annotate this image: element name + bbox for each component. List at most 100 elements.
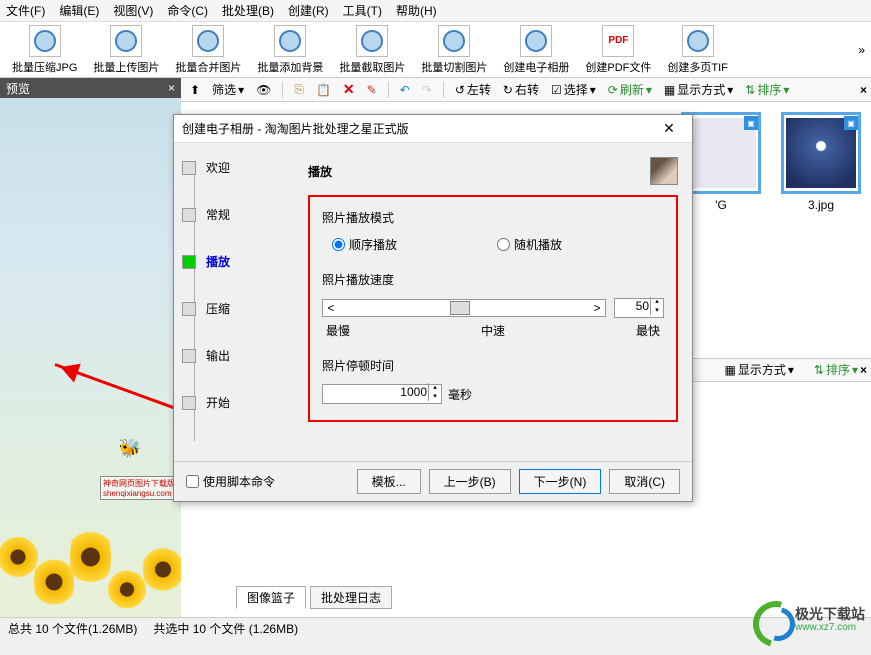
pause-time-label: 照片停顿时间	[322, 357, 664, 374]
undo-icon[interactable]: ↶	[397, 82, 413, 98]
radio-sequential[interactable]: 顺序播放	[332, 236, 397, 253]
menu-cmd[interactable]: 命令(C)	[167, 2, 208, 19]
rotate-left-button[interactable]: ↺ 左转	[452, 80, 494, 99]
pdf-icon: PDF	[602, 25, 634, 57]
upload-icon	[110, 25, 142, 57]
slider-thumb[interactable]	[450, 301, 470, 315]
display-mode-button[interactable]: ▦ 显示方式 ▾	[661, 80, 736, 99]
thumb-name-3: 3.jpg	[781, 198, 861, 212]
menu-file[interactable]: 文件(F)	[6, 2, 45, 19]
preview-close-icon[interactable]: ×	[168, 81, 175, 95]
status-total: 总共 10 个文件(1.26MB)	[8, 620, 137, 637]
thumb-item-2[interactable]: ▣ 'G	[681, 112, 761, 212]
preview-title: 预览	[6, 80, 30, 97]
menu-tools[interactable]: 工具(T)	[343, 2, 382, 19]
tb-pdf[interactable]: PDF创建PDF文件	[579, 23, 657, 77]
panel-close-icon-2[interactable]: ×	[860, 363, 867, 377]
paste-icon[interactable]: 📋	[313, 82, 334, 98]
badge-icon: ▣	[744, 116, 758, 130]
dialog-close-button[interactable]: ✕	[654, 120, 684, 137]
preview-panel: 预览 × 🐝 神奇网页图片下载版 shenqixiangsu.com	[0, 78, 181, 617]
dialog-titlebar: 创建电子相册 - 淘淘图片批处理之星正式版 ✕	[174, 115, 692, 143]
tb-crop[interactable]: 批量截取图片	[333, 23, 411, 77]
cancel-button[interactable]: 取消(C)	[609, 469, 680, 494]
album-icon	[520, 25, 552, 57]
menu-batch[interactable]: 批处理(B)	[222, 2, 274, 19]
panel-close-icon[interactable]: ×	[860, 83, 867, 97]
menu-view[interactable]: 视图(V)	[113, 2, 153, 19]
preview-image: 🐝 神奇网页图片下载版 shenqixiangsu.com	[0, 98, 181, 617]
prev-button[interactable]: 上一步(B)	[429, 469, 511, 494]
speed-spinner[interactable]: 50	[614, 298, 664, 318]
avatar-icon	[650, 157, 678, 185]
display-mode-button-2[interactable]: ▦ 显示方式 ▾	[722, 360, 797, 379]
slider-left-icon[interactable]: <	[323, 301, 339, 315]
tb-split[interactable]: 批量切割图片	[415, 23, 493, 77]
tool-icon[interactable]: ✎	[364, 82, 380, 98]
tb-album[interactable]: 创建电子相册	[497, 23, 575, 77]
step-playback[interactable]: 播放	[182, 253, 286, 270]
tb-compress-jpg[interactable]: 批量压缩JPG	[6, 23, 83, 77]
tif-icon	[682, 25, 714, 57]
menubar: 文件(F) 编辑(E) 视图(V) 命令(C) 批处理(B) 创建(R) 工具(…	[0, 0, 871, 22]
pause-time-input[interactable]: 1000	[322, 384, 442, 404]
wizard-steps: 欢迎 常规 播放 压缩 输出 开始	[174, 143, 294, 461]
secondary-toolbar: ⬆ 筛选 ▾ 👁 ⎘ 📋 ✕ ✎ ↶ ↷ ↺ 左转 ↻ 右转 ☑ 选择 ▾ ⟳ …	[181, 78, 871, 102]
bee-icon: 🐝	[119, 438, 141, 459]
preview-header: 预览 ×	[0, 78, 181, 98]
speed-fast-label: 最快	[636, 322, 660, 339]
badge-icon: ▣	[844, 116, 858, 130]
thumb-image-2: ▣	[686, 118, 756, 188]
thumb-image-3: ▣	[786, 118, 856, 188]
step-general[interactable]: 常规	[182, 206, 286, 223]
status-selected: 共选中 10 个文件 (1.26MB)	[153, 620, 298, 637]
speed-mid-label: 中速	[481, 322, 505, 339]
pause-unit-label: 毫秒	[448, 386, 472, 403]
brand-logo: 极光下载站 www.xz7.com	[753, 605, 865, 635]
album-wizard-dialog: 创建电子相册 - 淘淘图片批处理之星正式版 ✕ 欢迎 常规 播放 压缩 输出 开…	[173, 114, 693, 502]
menu-help[interactable]: 帮助(H)	[396, 2, 437, 19]
crop-icon	[356, 25, 388, 57]
speed-slider[interactable]: < >	[322, 299, 606, 317]
tab-image-basket[interactable]: 图像篮子	[236, 586, 306, 609]
dialog-footer: 使用脚本命令 模板... 上一步(B) 下一步(N) 取消(C)	[174, 461, 692, 501]
thumb-item-3[interactable]: ▣ 3.jpg	[781, 112, 861, 212]
tb-upload[interactable]: 批量上传图片	[87, 23, 165, 77]
redo-icon[interactable]: ↷	[419, 82, 435, 98]
select-button[interactable]: ☑ 选择 ▾	[548, 80, 599, 99]
tb-merge[interactable]: 批量合并图片	[169, 23, 247, 77]
tab-batch-log[interactable]: 批处理日志	[310, 586, 392, 609]
slider-right-icon[interactable]: >	[589, 301, 605, 315]
template-button[interactable]: 模板...	[357, 469, 421, 494]
use-script-checkbox[interactable]: 使用脚本命令	[186, 473, 349, 490]
radio-random[interactable]: 随机播放	[497, 236, 562, 253]
tb-add-bg[interactable]: 批量添加背景	[251, 23, 329, 77]
delete-icon[interactable]: ✕	[340, 80, 358, 99]
step-welcome[interactable]: 欢迎	[182, 159, 286, 176]
tb-chevrons[interactable]: »	[858, 43, 865, 57]
split-icon	[438, 25, 470, 57]
step-output[interactable]: 输出	[182, 347, 286, 364]
menu-create[interactable]: 创建(R)	[288, 2, 329, 19]
nav-up-button[interactable]: ⬆	[187, 82, 203, 98]
sort-button-2[interactable]: ⇅ 排序 ▾	[811, 360, 861, 379]
next-button[interactable]: 下一步(N)	[519, 469, 602, 494]
bottom-tabs: 图像篮子 批处理日志	[236, 586, 392, 609]
step-compress[interactable]: 压缩	[182, 300, 286, 317]
tb-tif[interactable]: 创建多页TIF	[661, 23, 734, 77]
dialog-title: 创建电子相册 - 淘淘图片批处理之星正式版	[182, 120, 654, 137]
sort-button[interactable]: ⇅ 排序 ▾	[742, 80, 792, 99]
sunflowers	[0, 487, 181, 617]
refresh-button[interactable]: ⟳ 刷新 ▾	[605, 80, 655, 99]
rotate-right-button[interactable]: ↻ 右转	[500, 80, 542, 99]
brand-name: 极光下载站	[795, 607, 865, 622]
copy-icon[interactable]: ⎘	[291, 81, 307, 98]
filter-button[interactable]: 筛选 ▾	[209, 80, 247, 99]
speed-slow-label: 最慢	[326, 322, 350, 339]
step-start[interactable]: 开始	[182, 394, 286, 411]
dialog-main: 播放 照片播放模式 顺序播放 随机播放 照片播放速度 <	[294, 143, 692, 461]
merge-icon	[192, 25, 224, 57]
eye-icon[interactable]: 👁	[253, 82, 274, 98]
main-toolbar: 批量压缩JPG 批量上传图片 批量合并图片 批量添加背景 批量截取图片 批量切割…	[0, 22, 871, 78]
menu-edit[interactable]: 编辑(E)	[59, 2, 99, 19]
